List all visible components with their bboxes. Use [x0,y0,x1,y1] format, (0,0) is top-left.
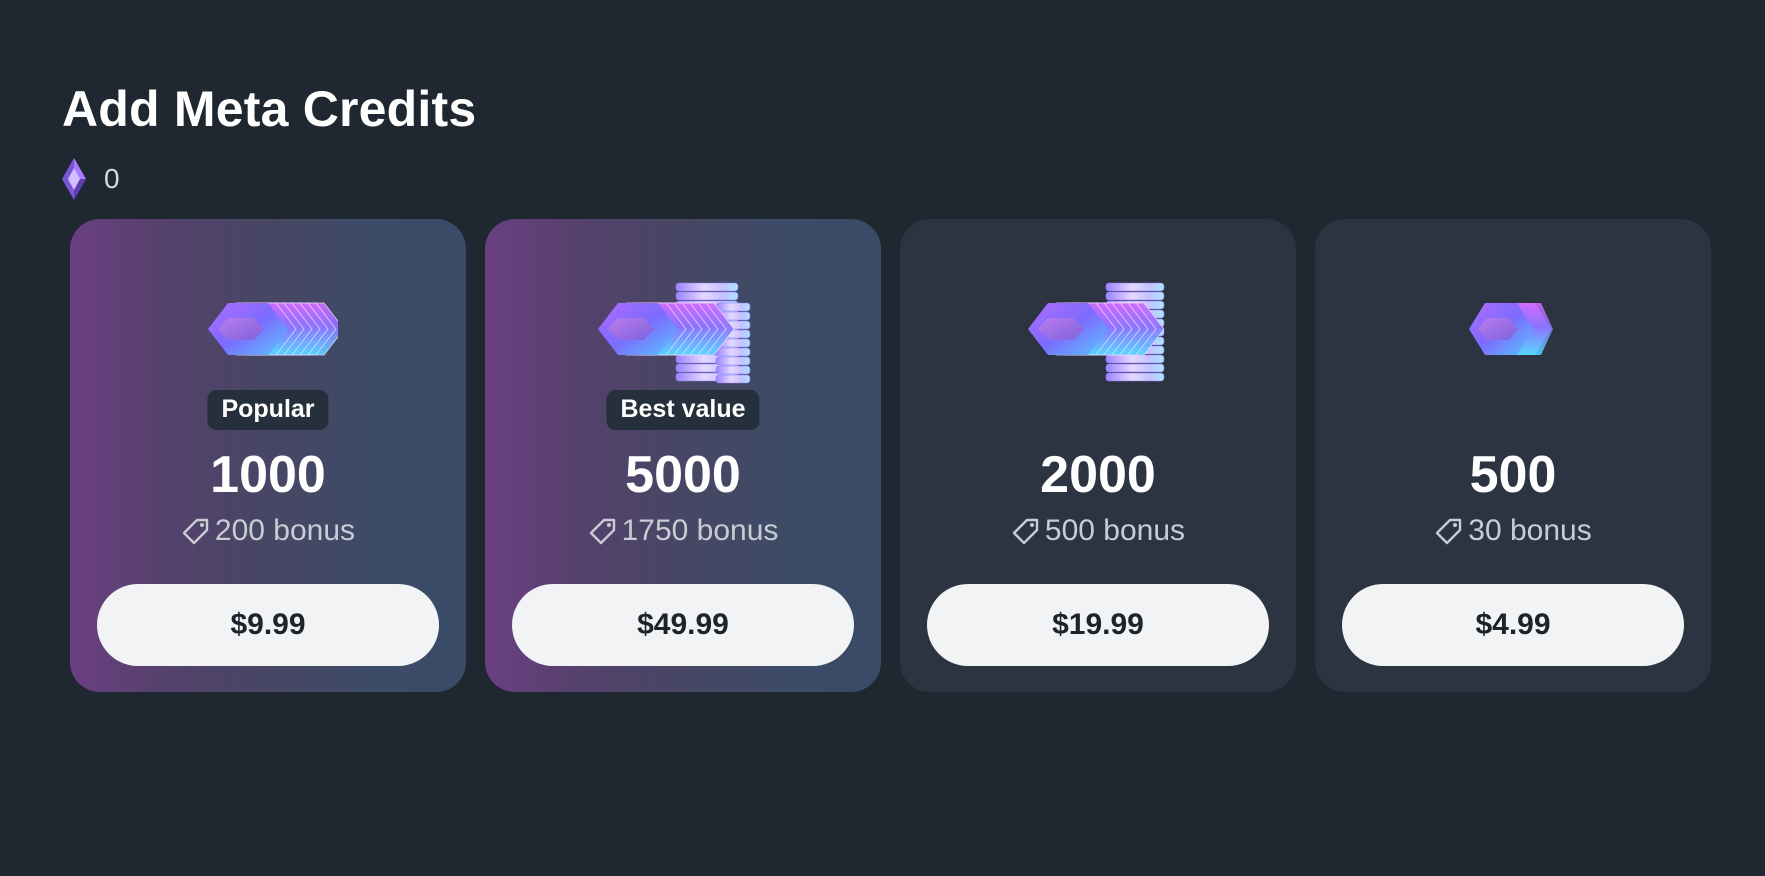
buy-5000-credits-button[interactable]: $49.99 [512,584,854,666]
package-card-5000[interactable]: Best value 5000 1750 bonus $49.99 [485,219,881,692]
tag-icon [589,518,615,545]
credit-packages: Popular 1000 200 bonus $9.99 Best value … [70,219,1711,692]
page-title: Add Meta Credits [62,81,477,137]
buy-2000-credits-button[interactable]: $19.99 [927,584,1269,666]
package-amount: 2000 [1040,446,1156,504]
package-bonus-label: 1750 bonus [621,514,779,547]
package-bonus: 30 bonus [1315,516,1711,546]
package-card-2000[interactable]: 2000 500 bonus $19.99 [900,219,1296,692]
tag-icon [1436,518,1462,545]
credit-balance-value: 0 [104,163,120,194]
package-bonus-label: 500 bonus [1044,514,1186,547]
package-art [485,273,881,403]
package-amount: 1000 [210,446,326,504]
meta-credit-gem-icon [62,158,86,200]
package-amount: 500 [1469,446,1557,504]
credit-crystal-icon [1469,303,1553,355]
package-art [70,273,466,403]
package-bonus: 500 bonus [900,516,1296,546]
package-bonus-label: 30 bonus [1468,514,1592,547]
tag-icon [1012,518,1039,545]
package-badge: Best value [606,390,760,430]
package-art [900,273,1296,403]
buy-1000-credits-button[interactable]: $9.99 [97,584,439,666]
package-bonus: 200 bonus [70,516,466,546]
package-amount: 5000 [625,446,741,504]
buy-500-credits-button[interactable]: $4.99 [1342,584,1684,666]
package-card-1000[interactable]: Popular 1000 200 bonus $9.99 [70,219,466,692]
tag-icon [182,518,209,545]
credit-crystal-tower-icon [598,282,751,384]
credit-crystal-stack-icon [208,302,338,356]
credit-balance: 0 [60,156,120,202]
package-bonus-label: 200 bonus [214,514,356,547]
credit-crystal-pile-icon [1028,282,1165,382]
package-badge: Popular [207,390,329,430]
package-bonus: 1750 bonus [485,516,881,546]
package-card-500[interactable]: 500 30 bonus $4.99 [1315,219,1711,692]
package-art [1315,273,1711,403]
